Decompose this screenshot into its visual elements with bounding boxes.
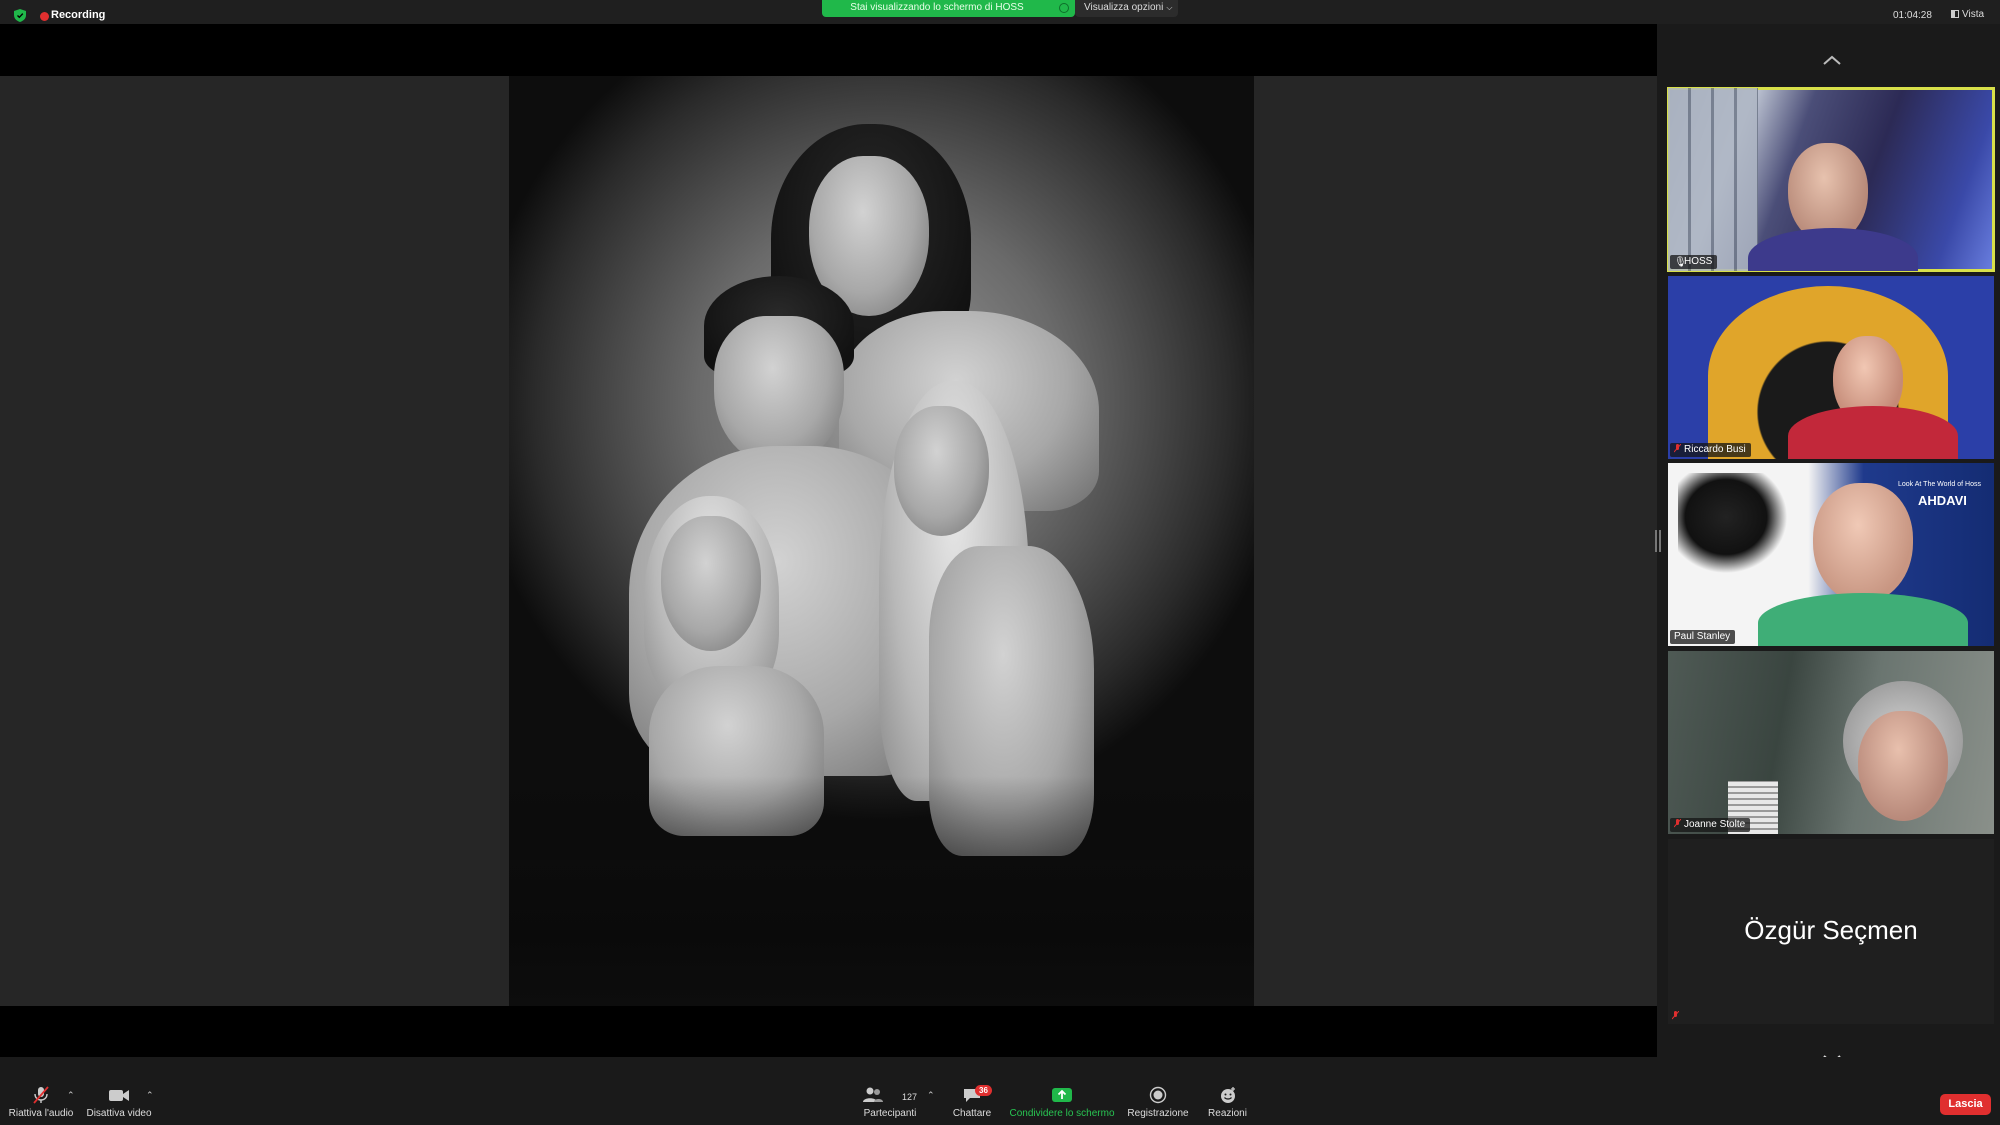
shared-family-photo [509, 76, 1254, 1006]
participant-name-tag: 🎙HOSS [1670, 255, 1718, 269]
layout-icon [1951, 10, 1959, 18]
video-tile-riccardo-busi[interactable]: Riccardo Busi [1668, 276, 1994, 459]
stop-video-label: Disattiva video [86, 1108, 152, 1119]
chevron-up-icon[interactable] [1822, 53, 1842, 67]
panel-resize-handle[interactable] [1655, 530, 1661, 552]
stop-video-button[interactable]: Disattiva video [84, 1086, 154, 1119]
record-label: Registrazione [1127, 1108, 1189, 1119]
leave-meeting-button[interactable]: Lascia [1940, 1094, 1991, 1115]
joanne-face [1858, 711, 1948, 821]
participants-count: 127 [902, 1092, 918, 1102]
photo-girl-right-face [894, 406, 989, 536]
paul-background-banner: Look At The World of Hoss [1898, 481, 1982, 488]
participant-name-tag: Joanne Stolte [1670, 818, 1751, 832]
video-options-caret-icon[interactable]: ⌃ [146, 1090, 154, 1101]
mic-muted-icon [33, 1086, 49, 1104]
paul-background-model [1678, 473, 1798, 583]
chat-unread-badge: 36 [975, 1085, 992, 1096]
share-screen-icon [1052, 1088, 1072, 1102]
photo-bottom-vignette [509, 776, 1254, 1006]
mic-muted-icon [1674, 444, 1681, 453]
smiley-reaction-icon [1220, 1087, 1235, 1103]
meeting-timer: 01:04:28 [1893, 10, 1932, 21]
view-options-button[interactable]: Visualizza opzioni ⌵ [1075, 0, 1178, 17]
screen-share-banner-text: Stai visualizzando lo schermo di HOSS [850, 2, 1024, 13]
mic-muted-icon [1674, 819, 1681, 828]
paul-background-title: AHDAVI [1918, 493, 1967, 508]
participants-label: Partecipanti [863, 1108, 917, 1119]
security-shield-icon[interactable] [14, 9, 26, 22]
share-screen-label: Condividere lo schermo [1009, 1108, 1115, 1119]
chevron-down-icon: ⌵ [1166, 3, 1173, 12]
photo-girl-left-face [661, 516, 761, 651]
hoss-body [1748, 228, 1918, 271]
participants-icon [863, 1087, 883, 1102]
riccardo-body [1788, 406, 1958, 459]
view-label: Vista [1962, 9, 1985, 20]
screen-share-banner: Stai visualizzando lo schermo di HOSS [822, 0, 1075, 17]
video-tile-hoss[interactable]: 🎙HOSS [1667, 87, 1995, 272]
participant-name-tag: Paul Stanley [1670, 630, 1736, 644]
paul-body [1758, 593, 1968, 646]
video-tile-joanne-stolte[interactable]: Joanne Stolte [1668, 651, 1994, 834]
microphone-icon: 🎙 [1674, 257, 1687, 268]
mic-muted-icon [1672, 1011, 1679, 1020]
recording-label: Recording [51, 9, 106, 21]
view-options-label: Visualizza opzioni [1084, 2, 1164, 13]
record-icon [1149, 1086, 1167, 1104]
hoss-window-blocks [1668, 88, 1758, 271]
chat-label: Chattare [952, 1108, 992, 1119]
video-tile-ozgur-secmen[interactable]: Özgür Seçmen [1668, 839, 1994, 1024]
participant-name-large: Özgür Seçmen [1744, 915, 1918, 945]
video-tile-paul-stanley[interactable]: Look At The World of Hoss AHDAVI Paul St… [1668, 463, 1994, 646]
shared-screen-area[interactable] [0, 24, 1657, 1057]
record-button[interactable]: Registrazione [1123, 1086, 1193, 1119]
unmute-audio-label: Riattiva l'audio [8, 1108, 74, 1119]
share-screen-button[interactable]: Condividere lo schermo [1006, 1086, 1118, 1119]
reactions-button[interactable]: Reazioni [1200, 1086, 1255, 1119]
view-button[interactable]: Vista [1951, 9, 1984, 20]
photo-man-face [714, 316, 844, 466]
reactions-label: Reazioni [1208, 1108, 1247, 1119]
toolbar-spacer [0, 1057, 2000, 1083]
meeting-toolbar [0, 1083, 2000, 1125]
participants-button[interactable]: Partecipanti [860, 1086, 920, 1119]
participant-name-tag: Riccardo Busi [1670, 443, 1751, 457]
paul-head [1813, 483, 1913, 603]
video-camera-icon [109, 1090, 129, 1101]
unmute-audio-button[interactable]: Riattiva l'audio [6, 1086, 76, 1119]
recording-dot-icon [40, 12, 49, 21]
share-status-icon [1059, 3, 1069, 13]
audio-options-caret-icon[interactable]: ⌃ [67, 1090, 75, 1101]
participants-options-caret-icon[interactable]: ⌃ [927, 1090, 935, 1101]
